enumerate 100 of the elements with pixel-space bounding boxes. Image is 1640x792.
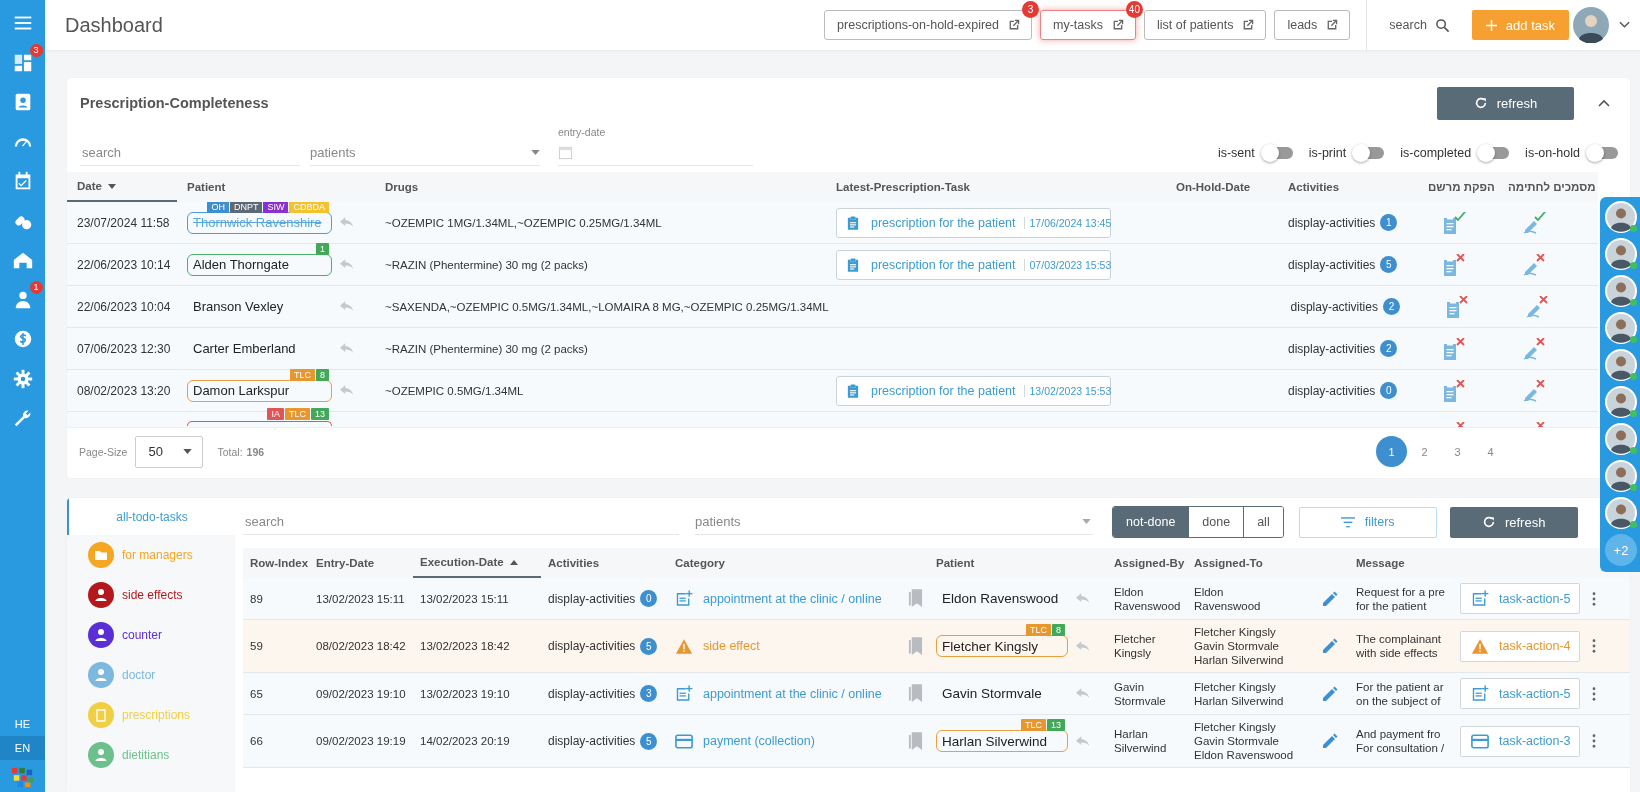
- bookmark-icon[interactable]: [908, 684, 923, 703]
- pencil-icon[interactable]: [1322, 590, 1338, 607]
- user-avatar[interactable]: [1605, 312, 1637, 344]
- user-avatar[interactable]: [1605, 460, 1637, 492]
- column-header[interactable]: Category: [675, 557, 725, 569]
- patient-name[interactable]: Damon Larkspur: [193, 383, 290, 398]
- refresh-button[interactable]: refresh: [1437, 86, 1574, 120]
- sort-icon[interactable]: [107, 183, 116, 189]
- page-button[interactable]: 2: [1409, 436, 1440, 467]
- bookmark-icon[interactable]: [908, 731, 923, 751]
- category-link[interactable]: counter: [122, 628, 163, 642]
- column-header[interactable]: Assigned-By: [1114, 557, 1185, 569]
- clipboard-x-icon[interactable]: [1442, 337, 1466, 360]
- caret-icon[interactable]: [183, 449, 193, 454]
- column-header[interactable]: Patient: [936, 557, 975, 569]
- patients-select[interactable]: patients: [310, 140, 540, 166]
- toggle-switch[interactable]: [1588, 147, 1618, 159]
- user-avatar[interactable]: [1605, 349, 1637, 381]
- column-header[interactable]: מסמכים לחתימה: [1508, 181, 1596, 193]
- pen-x-icon[interactable]: [1524, 295, 1549, 318]
- more-icon[interactable]: [1592, 639, 1596, 653]
- toggle-switch[interactable]: [1262, 147, 1293, 159]
- chevron-down-icon[interactable]: [1619, 21, 1630, 29]
- activities-link[interactable]: display-activities: [548, 686, 636, 701]
- status-option[interactable]: not-done: [1113, 507, 1189, 537]
- search-button[interactable]: search: [1381, 17, 1458, 33]
- pen-x-icon[interactable]: [1522, 253, 1546, 276]
- activities-link[interactable]: display-activities: [548, 639, 636, 653]
- column-header[interactable]: Latest-Prescription-Task: [836, 181, 970, 193]
- pencil-icon[interactable]: [1322, 638, 1338, 654]
- column-header[interactable]: Patient: [187, 181, 226, 193]
- pencil-icon[interactable]: [1322, 733, 1338, 749]
- search-field[interactable]: search: [80, 140, 300, 166]
- clipboard-x-icon[interactable]: [1444, 295, 1469, 318]
- search-field[interactable]: search: [243, 509, 679, 535]
- clipboard-check-icon[interactable]: [1442, 211, 1466, 234]
- table-row[interactable]: 89 13/02/2023 15:11 13/02/2023 15:11 display-activities 0 appointment at the clinic / online Eldon Ravenswood Eldon Ravenswood Eldon Ravenswood Request for a pre for the patient task-action-5: [243, 578, 1630, 620]
- column-header[interactable]: Execution-Date: [420, 556, 504, 568]
- refresh-button[interactable]: refresh: [1449, 506, 1578, 538]
- activities-link[interactable]: display-activities: [1288, 215, 1376, 230]
- sort-icon[interactable]: [509, 559, 518, 565]
- pen-check-icon[interactable]: [1522, 211, 1546, 234]
- column-header[interactable]: הפקת מרשם: [1428, 181, 1495, 193]
- toggle-switch[interactable]: [1354, 147, 1385, 159]
- patient-name[interactable]: Fletcher Kingsly: [942, 638, 1039, 654]
- patient-name[interactable]: Gavin Stormvale: [942, 686, 1042, 701]
- user-avatar[interactable]: [1605, 201, 1637, 233]
- shortcut-button[interactable]: list of patients: [1144, 10, 1267, 40]
- column-header[interactable]: Activities: [1288, 181, 1340, 193]
- page-button[interactable]: 1: [1376, 436, 1407, 467]
- doctor-icon[interactable]: [88, 662, 114, 688]
- chevron-icon[interactable]: [1598, 99, 1610, 107]
- caret-icon[interactable]: [531, 150, 540, 155]
- patient-name[interactable]: Alden Thorngate: [193, 257, 289, 272]
- clipboard-x-icon[interactable]: [1442, 253, 1466, 276]
- patients-select[interactable]: patients: [695, 509, 1093, 535]
- user-avatar[interactable]: [1605, 386, 1637, 418]
- column-header[interactable]: Row-Index: [250, 557, 309, 569]
- category-link[interactable]: side effects: [122, 588, 183, 602]
- user-avatar[interactable]: [1573, 7, 1609, 43]
- patient-name[interactable]: Eldon Ravenswood: [942, 591, 1059, 606]
- user-avatar[interactable]: [1605, 497, 1637, 529]
- activities-link[interactable]: display-activities: [1288, 257, 1376, 272]
- page-button[interactable]: 3: [1442, 436, 1473, 467]
- column-header[interactable]: Message: [1356, 557, 1405, 569]
- bookmark-icon[interactable]: [908, 589, 923, 608]
- patient-name[interactable]: Branson Vexley: [193, 299, 284, 314]
- column-header[interactable]: Drugs: [385, 181, 419, 193]
- more-icon[interactable]: [1592, 734, 1596, 748]
- user-avatar[interactable]: [1605, 238, 1637, 270]
- shortcut-button[interactable]: leads: [1274, 10, 1351, 40]
- language-option[interactable]: EN: [0, 736, 45, 760]
- pen-x-icon[interactable]: [1522, 379, 1546, 402]
- clipboard-icon[interactable]: [88, 702, 114, 728]
- patient-name[interactable]: Carter Emberland: [193, 341, 296, 356]
- page-button[interactable]: 4: [1475, 436, 1506, 467]
- pencil-icon[interactable]: [1322, 685, 1338, 702]
- more-icon[interactable]: [1592, 686, 1596, 701]
- pen-x-icon[interactable]: [1522, 337, 1546, 360]
- column-header[interactable]: Entry-Date: [316, 557, 375, 569]
- status-option[interactable]: all: [1243, 507, 1283, 537]
- activities-link[interactable]: display-activities: [1288, 383, 1376, 398]
- page-size-select[interactable]: 50: [135, 435, 204, 468]
- person-alert-icon[interactable]: [88, 582, 114, 608]
- activities-link[interactable]: display-activities: [548, 591, 636, 606]
- user-avatar[interactable]: [1605, 423, 1637, 455]
- folder-icon[interactable]: [88, 542, 114, 568]
- column-header[interactable]: Assigned-To: [1194, 557, 1263, 569]
- toggle-switch[interactable]: [1479, 147, 1510, 159]
- more-icon[interactable]: [1592, 591, 1596, 606]
- person-icon[interactable]: [88, 622, 114, 648]
- activities-link[interactable]: display-activities: [1290, 299, 1378, 314]
- patient-name[interactable]: Harlan Silverwind: [942, 733, 1048, 749]
- column-header[interactable]: On-Hold-Date: [1176, 181, 1251, 193]
- table-row[interactable]: [243, 715, 1630, 768]
- clipboard-x-icon[interactable]: [1442, 379, 1466, 402]
- activities-link[interactable]: display-activities: [1288, 341, 1376, 356]
- column-header[interactable]: Activities: [548, 557, 600, 569]
- bookmark-icon[interactable]: [908, 636, 923, 656]
- table-row[interactable]: [243, 620, 1630, 673]
